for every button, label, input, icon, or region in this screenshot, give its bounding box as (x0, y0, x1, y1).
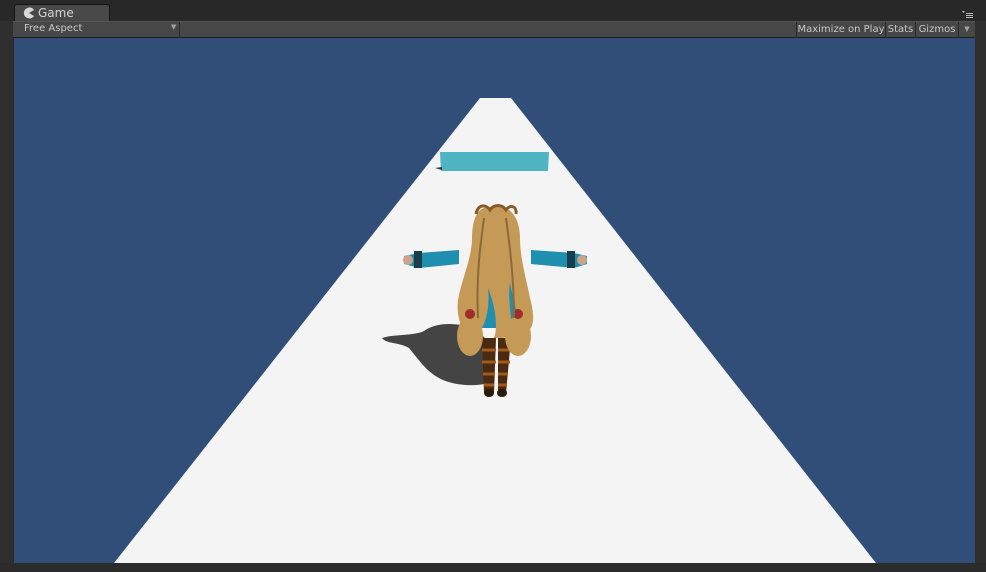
tab-game-label: Game (38, 6, 74, 20)
tab-menu-icon[interactable] (961, 10, 973, 20)
aspect-label: Free Aspect (24, 23, 83, 34)
bottom-border (0, 563, 986, 572)
right-border (975, 21, 986, 572)
game-toolbar: Free Aspect ▼ Maximize on Play Stats Giz… (13, 21, 975, 38)
gizmos-button[interactable]: Gizmos (915, 22, 958, 38)
game-viewport[interactable] (14, 38, 975, 563)
aspect-dropdown[interactable]: Free Aspect ▼ (13, 22, 180, 38)
maximize-on-play-button[interactable]: Maximize on Play (796, 22, 885, 38)
left-border (0, 21, 13, 572)
stats-button[interactable]: Stats (885, 22, 915, 38)
obstacle-block (440, 152, 549, 171)
game-scene (114, 98, 876, 563)
gizmos-dropdown-arrow-icon[interactable]: ▼ (958, 22, 975, 38)
tab-strip: Game (0, 0, 986, 21)
game-pacman-icon (23, 7, 34, 19)
dropdown-arrow-icon: ▼ (171, 23, 177, 31)
tab-game[interactable]: Game (14, 4, 110, 21)
